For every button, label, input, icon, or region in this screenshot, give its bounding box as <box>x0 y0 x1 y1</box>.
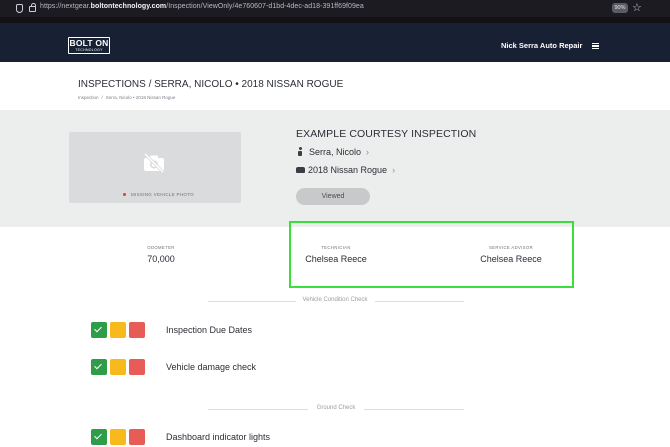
section-divider-right <box>375 301 464 302</box>
vehicle-link[interactable]: 2018 Nissan Rogue › <box>296 165 395 175</box>
missing-photo-label: MISSING VEHICLE PHOTO <box>123 192 194 197</box>
app-header: BOLT ON TECHNOLOGY Nick Serra Auto Repai… <box>0 17 670 62</box>
no-camera-icon <box>143 153 165 173</box>
item-label-inspection-due-dates[interactable]: Inspection Due Dates <box>166 325 252 335</box>
status-green-button[interactable] <box>91 359 107 375</box>
status-viewed-button[interactable]: Viewed <box>296 188 370 205</box>
status-red-button[interactable] <box>129 429 145 445</box>
section-divider-left <box>208 301 296 302</box>
odometer-value: 70,000 <box>147 254 175 264</box>
section-divider-right <box>364 409 464 410</box>
breadcrumb: Inspection / Serra, Nicolo • 2018 Nissan R… <box>78 95 175 100</box>
inspection-title: EXAMPLE COURTESY INSPECTION <box>296 128 477 140</box>
car-icon <box>296 167 305 173</box>
status-yellow-button[interactable] <box>110 429 126 445</box>
page-title: INSPECTIONS / SERRA, NICOLO • 2018 NISSA… <box>78 79 344 90</box>
vehicle-name: 2018 Nissan Rogue <box>308 165 388 175</box>
url-path: /Inspection/ViewOnly/4e760607-d1bd-4dec-… <box>166 3 364 10</box>
check-icon <box>94 324 102 333</box>
highlight-box <box>289 221 574 288</box>
status-green-button[interactable] <box>91 429 107 445</box>
item-label-dashboard-indicator-lights[interactable]: Dashboard indicator lights <box>166 432 270 442</box>
shield-icon[interactable] <box>16 4 23 13</box>
status-red-button[interactable] <box>129 359 145 375</box>
status-yellow-button[interactable] <box>110 359 126 375</box>
odometer-label: ODOMETER <box>147 245 175 250</box>
url-prefix: https://nextgear. <box>40 3 91 10</box>
logo-sub-text: TECHNOLOGY <box>75 48 103 52</box>
status-red-button[interactable] <box>129 322 145 338</box>
page: https://nextgear.boltontechnology.com/In… <box>0 0 670 447</box>
breadcrumb-separator: / <box>101 95 103 100</box>
bolt-on-logo[interactable]: BOLT ON TECHNOLOGY <box>68 37 110 54</box>
status-yellow-button[interactable] <box>110 322 126 338</box>
logo-main-text: BOLT ON <box>69 38 109 48</box>
hamburger-menu-icon[interactable] <box>592 43 599 49</box>
customer-name: Serra, Nicolo <box>309 147 362 157</box>
section-label-ground-check: Ground Check <box>316 405 356 411</box>
missing-photo-text: MISSING VEHICLE PHOTO <box>131 192 194 197</box>
browser-url-bar: https://nextgear.boltontechnology.com/In… <box>0 0 670 17</box>
item-label-vehicle-damage-check[interactable]: Vehicle damage check <box>166 362 256 372</box>
lock-icon[interactable] <box>29 3 36 12</box>
zoom-badge[interactable]: 90% <box>612 3 628 13</box>
breadcrumb-inspection-link[interactable]: Inspection <box>78 95 99 100</box>
status-green-button[interactable] <box>91 322 107 338</box>
chevron-right-icon: › <box>392 165 396 175</box>
section-divider-left <box>208 409 308 410</box>
breadcrumb-current: Serra, Nicolo • 2018 Nissan Rogue <box>105 95 176 100</box>
bookmark-star-icon[interactable]: ☆ <box>632 1 642 15</box>
red-dot-icon <box>123 193 126 197</box>
person-icon <box>297 147 303 156</box>
chevron-right-icon: › <box>366 147 370 157</box>
shop-name[interactable]: Nick Serra Auto Repair <box>501 41 582 50</box>
check-icon <box>94 431 102 440</box>
url-domain: boltontechnology.com <box>90 3 167 10</box>
customer-link[interactable]: Serra, Nicolo › <box>296 147 369 157</box>
section-label-vehicle-condition: Vehicle Condition Check <box>302 297 368 303</box>
check-icon <box>94 361 102 370</box>
address-bar[interactable]: https://nextgear.boltontechnology.com/In… <box>40 3 364 10</box>
